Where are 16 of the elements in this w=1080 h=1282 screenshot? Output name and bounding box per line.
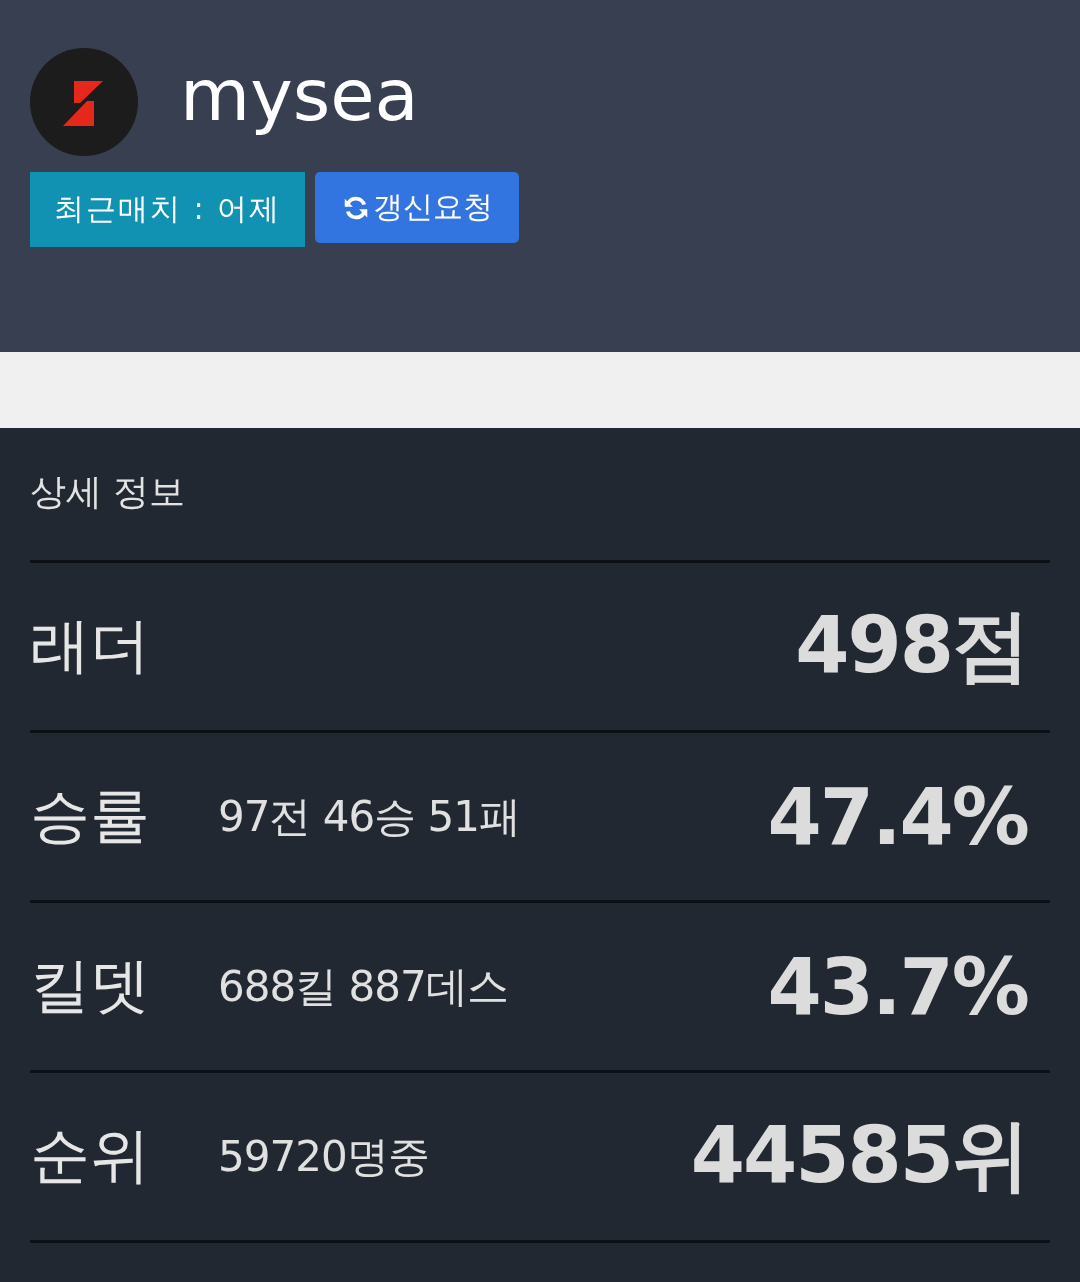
- player-name: mysea: [180, 59, 419, 139]
- stat-value: 47.4%: [767, 771, 1029, 862]
- stat-value: 43.7%: [767, 941, 1029, 1032]
- stat-value: 498점: [795, 599, 1029, 692]
- stat-label: 킬뎃: [30, 949, 151, 1022]
- section-title: 상세 정보: [30, 470, 187, 514]
- stat-label: 순위: [30, 1119, 151, 1192]
- stat-value: 44585위: [690, 1109, 1029, 1202]
- stat-label: 래더: [30, 609, 151, 682]
- stat-label: 승률: [30, 779, 151, 852]
- avatar-icon: [30, 48, 138, 156]
- stat-detail: 688킬 887데스: [218, 961, 508, 1011]
- stat-detail: 97전 46승 51패: [218, 791, 521, 841]
- last-match-badge: 최근매치 : 어제: [30, 172, 306, 247]
- refresh-button[interactable]: 갱신요청: [315, 172, 520, 243]
- stat-detail: 59720명중: [218, 1131, 429, 1181]
